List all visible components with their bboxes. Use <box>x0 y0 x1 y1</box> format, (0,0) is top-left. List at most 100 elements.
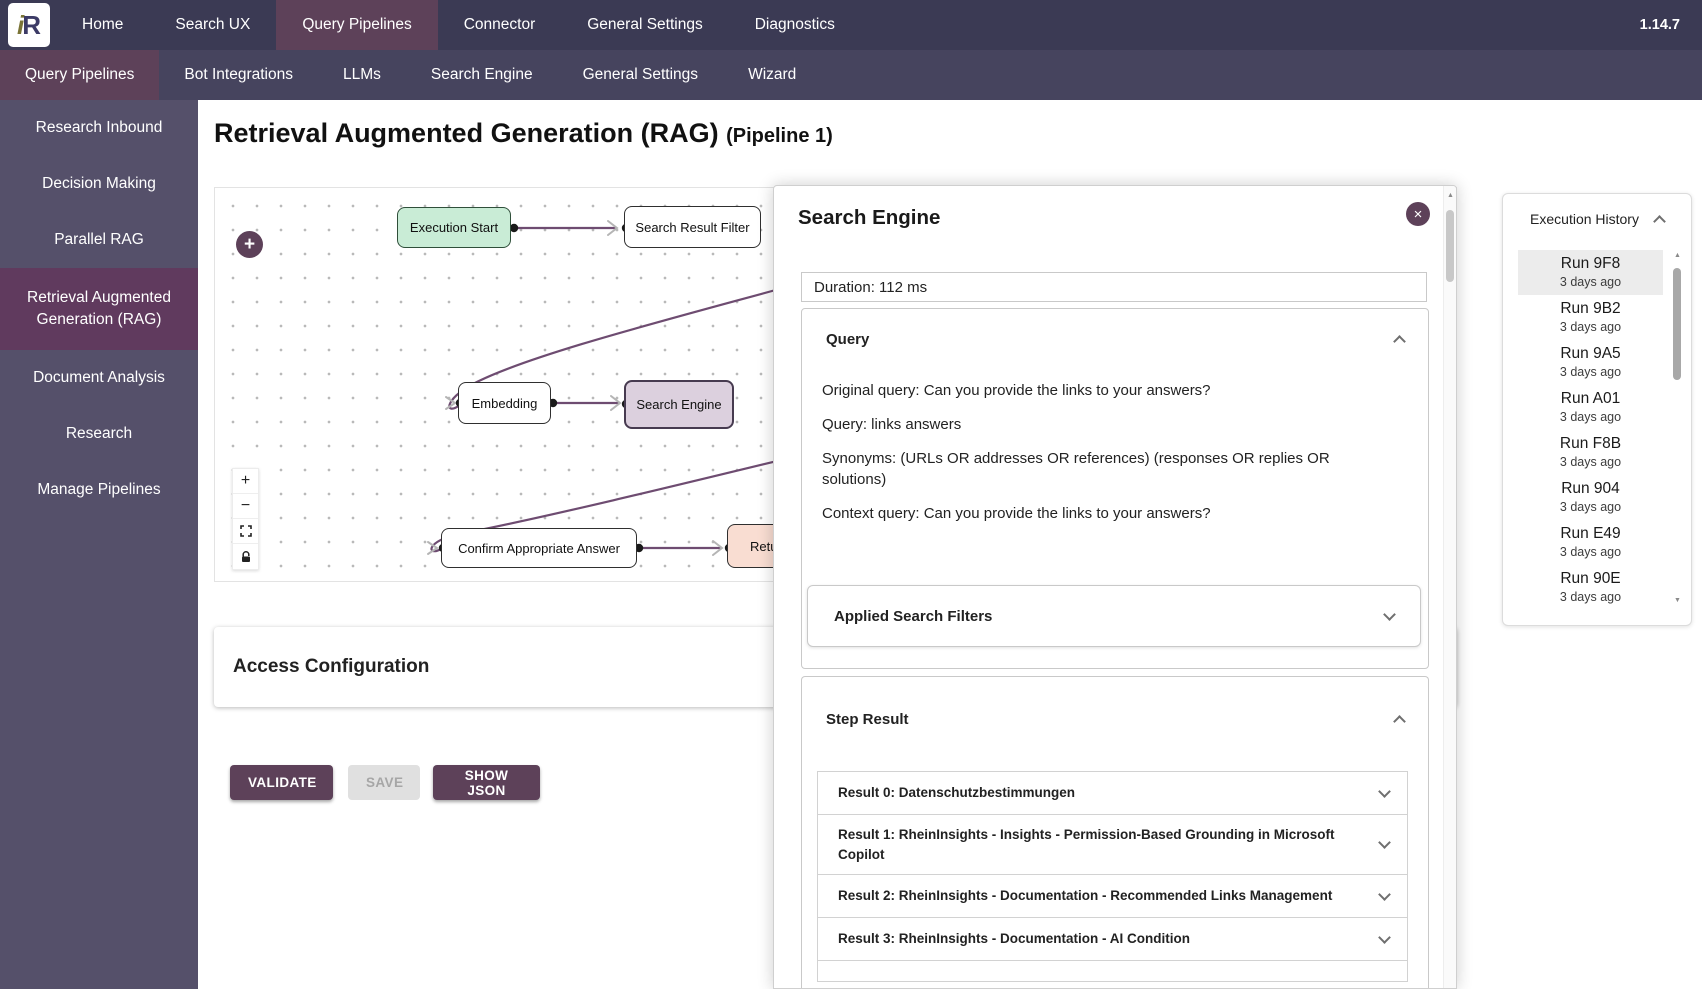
topnav-home[interactable]: Home <box>56 0 149 50</box>
chevron-down-icon[interactable] <box>1378 836 1391 849</box>
panel-scrollbar[interactable]: ▲ <box>1443 186 1456 988</box>
chevron-up-icon[interactable] <box>1393 715 1406 728</box>
page-title: Retrieval Augmented Generation (RAG) (Pi… <box>214 118 833 149</box>
result-label: Result 2: RheinInsights - Documentation … <box>838 886 1332 906</box>
step-result-section: Step Result Result 0: Datenschutzbestimm… <box>801 676 1429 989</box>
run-item-9a5[interactable]: Run 9A5 3 days ago <box>1518 340 1663 385</box>
applied-search-filters-header[interactable]: Applied Search Filters <box>807 585 1421 647</box>
sidebar-item-research-inbound[interactable]: Research Inbound <box>0 100 198 156</box>
node-label: Execution Start <box>410 220 498 235</box>
node-confirm-appropriate-answer[interactable]: Confirm Appropriate Answer <box>441 528 637 568</box>
sidebar-item-decision-making[interactable]: Decision Making <box>0 156 198 212</box>
run-time: 3 days ago <box>1518 500 1663 514</box>
run-item-9b2[interactable]: Run 9B2 3 days ago <box>1518 295 1663 340</box>
scroll-down-icon[interactable]: ▼ <box>1672 597 1683 604</box>
zoom-in-icon: + <box>241 473 250 489</box>
result-row-partial[interactable] <box>817 960 1408 982</box>
show-json-button[interactable]: SHOW JSON <box>433 765 540 800</box>
query-details: Original query: Can you provide the link… <box>802 354 1387 524</box>
topnav-query-pipelines[interactable]: Query Pipelines <box>276 0 437 50</box>
scroll-up-icon[interactable]: ▲ <box>1444 192 1457 199</box>
save-button[interactable]: SAVE <box>348 765 420 800</box>
result-row-0[interactable]: Result 0: Datenschutzbestimmungen <box>817 771 1408 815</box>
run-item-9f8[interactable]: Run 9F8 3 days ago <box>1518 250 1663 295</box>
sidebar-item-manage-pipelines[interactable]: Manage Pipelines <box>0 462 198 518</box>
chevron-down-icon[interactable] <box>1378 888 1391 901</box>
sub-navigation: Query Pipelines Bot Integrations LLMs Se… <box>0 50 1702 100</box>
run-time: 3 days ago <box>1518 455 1663 469</box>
chevron-down-icon[interactable] <box>1378 785 1391 798</box>
topnav-general-settings[interactable]: General Settings <box>561 0 728 50</box>
sidebar-item-parallel-rag[interactable]: Parallel RAG <box>0 212 198 268</box>
run-name: Run 904 <box>1518 480 1663 498</box>
result-label: Result 1: RheinInsights - Insights - Per… <box>838 825 1358 864</box>
scrollbar-thumb[interactable] <box>1446 210 1454 282</box>
step-result-header[interactable]: Step Result <box>802 677 1428 728</box>
run-time: 3 days ago <box>1518 545 1663 559</box>
sidebar-item-rag[interactable]: Retrieval Augmented Generation (RAG) <box>0 268 198 350</box>
zoom-out-button[interactable]: − <box>233 494 258 519</box>
fit-view-button[interactable] <box>233 519 258 544</box>
scrollbar-thumb[interactable] <box>1673 268 1681 380</box>
subnav-general-settings[interactable]: General Settings <box>558 50 723 100</box>
chevron-up-icon[interactable] <box>1393 335 1406 348</box>
scroll-up-icon[interactable]: ▲ <box>1672 252 1683 259</box>
chevron-down-icon[interactable] <box>1383 608 1396 621</box>
query-section-title: Query <box>826 331 869 348</box>
subnav-bot-integrations[interactable]: Bot Integrations <box>159 50 318 100</box>
run-name: Run 9B2 <box>1518 300 1663 318</box>
node-embedding[interactable]: Embedding <box>458 382 551 424</box>
result-row-1[interactable]: Result 1: RheinInsights - Insights - Per… <box>817 814 1408 875</box>
run-time: 3 days ago <box>1518 590 1663 604</box>
validate-button[interactable]: VALIDATE <box>230 765 333 800</box>
page-title-pipeline: (Pipeline 1) <box>726 125 833 147</box>
node-label: Search Result Filter <box>635 220 749 235</box>
subnav-search-engine[interactable]: Search Engine <box>406 50 558 100</box>
run-name: Run E49 <box>1518 525 1663 543</box>
node-search-result-filter[interactable]: Search Result Filter <box>624 206 761 248</box>
run-item-904[interactable]: Run 904 3 days ago <box>1518 475 1663 520</box>
context-query-line: Context query: Can you provide the links… <box>822 503 1367 524</box>
topnav-connector[interactable]: Connector <box>438 0 562 50</box>
run-name: Run A01 <box>1518 390 1663 408</box>
query-line: Query: links answers <box>822 414 1367 435</box>
subnav-wizard[interactable]: Wizard <box>723 50 821 100</box>
run-item-e49[interactable]: Run E49 3 days ago <box>1518 520 1663 565</box>
topnav-search-ux[interactable]: Search UX <box>149 0 276 50</box>
synonyms-line: Synonyms: (URLs OR addresses OR referenc… <box>822 448 1367 490</box>
close-button[interactable]: × <box>1406 202 1430 226</box>
app-logo[interactable]: i R <box>8 3 50 47</box>
run-item-f8b[interactable]: Run F8B 3 days ago <box>1518 430 1663 475</box>
query-section: Query Original query: Can you provide th… <box>801 308 1429 669</box>
subnav-query-pipelines[interactable]: Query Pipelines <box>0 50 159 100</box>
logo-letter-r: R <box>22 12 41 38</box>
chevron-down-icon[interactable] <box>1378 931 1391 944</box>
run-item-a01[interactable]: Run A01 3 days ago <box>1518 385 1663 430</box>
node-search-engine[interactable]: Search Engine <box>624 380 734 429</box>
add-node-button[interactable]: + <box>236 231 263 258</box>
lock-button[interactable] <box>233 544 258 569</box>
canvas-controls: + − <box>232 468 259 570</box>
access-configuration-title: Access Configuration <box>233 656 429 678</box>
node-execution-start[interactable]: Execution Start <box>397 207 511 248</box>
zoom-out-icon: − <box>241 498 250 514</box>
run-name: Run F8B <box>1518 435 1663 453</box>
execution-history-header[interactable]: Execution History <box>1503 194 1691 227</box>
history-scrollbar[interactable]: ▲ ▼ <box>1672 250 1683 606</box>
result-label: Result 3: RheinInsights - Documentation … <box>838 929 1190 949</box>
run-item-90e[interactable]: Run 90E 3 days ago <box>1518 565 1663 606</box>
close-icon: × <box>1414 206 1423 223</box>
query-section-header[interactable]: Query <box>802 309 1428 354</box>
result-row-3[interactable]: Result 3: RheinInsights - Documentation … <box>817 917 1408 961</box>
pipeline-sidebar: Research Inbound Decision Making Paralle… <box>0 100 198 989</box>
sidebar-item-research[interactable]: Research <box>0 406 198 462</box>
subnav-llms[interactable]: LLMs <box>318 50 406 100</box>
lock-icon <box>240 551 252 563</box>
chevron-up-icon[interactable] <box>1653 215 1666 228</box>
topnav-diagnostics[interactable]: Diagnostics <box>729 0 861 50</box>
run-name: Run 9A5 <box>1518 345 1663 363</box>
result-row-2[interactable]: Result 2: RheinInsights - Documentation … <box>817 874 1408 918</box>
result-label: Result 0: Datenschutzbestimmungen <box>838 783 1075 803</box>
zoom-in-button[interactable]: + <box>233 469 258 494</box>
sidebar-item-document-analysis[interactable]: Document Analysis <box>0 350 198 406</box>
